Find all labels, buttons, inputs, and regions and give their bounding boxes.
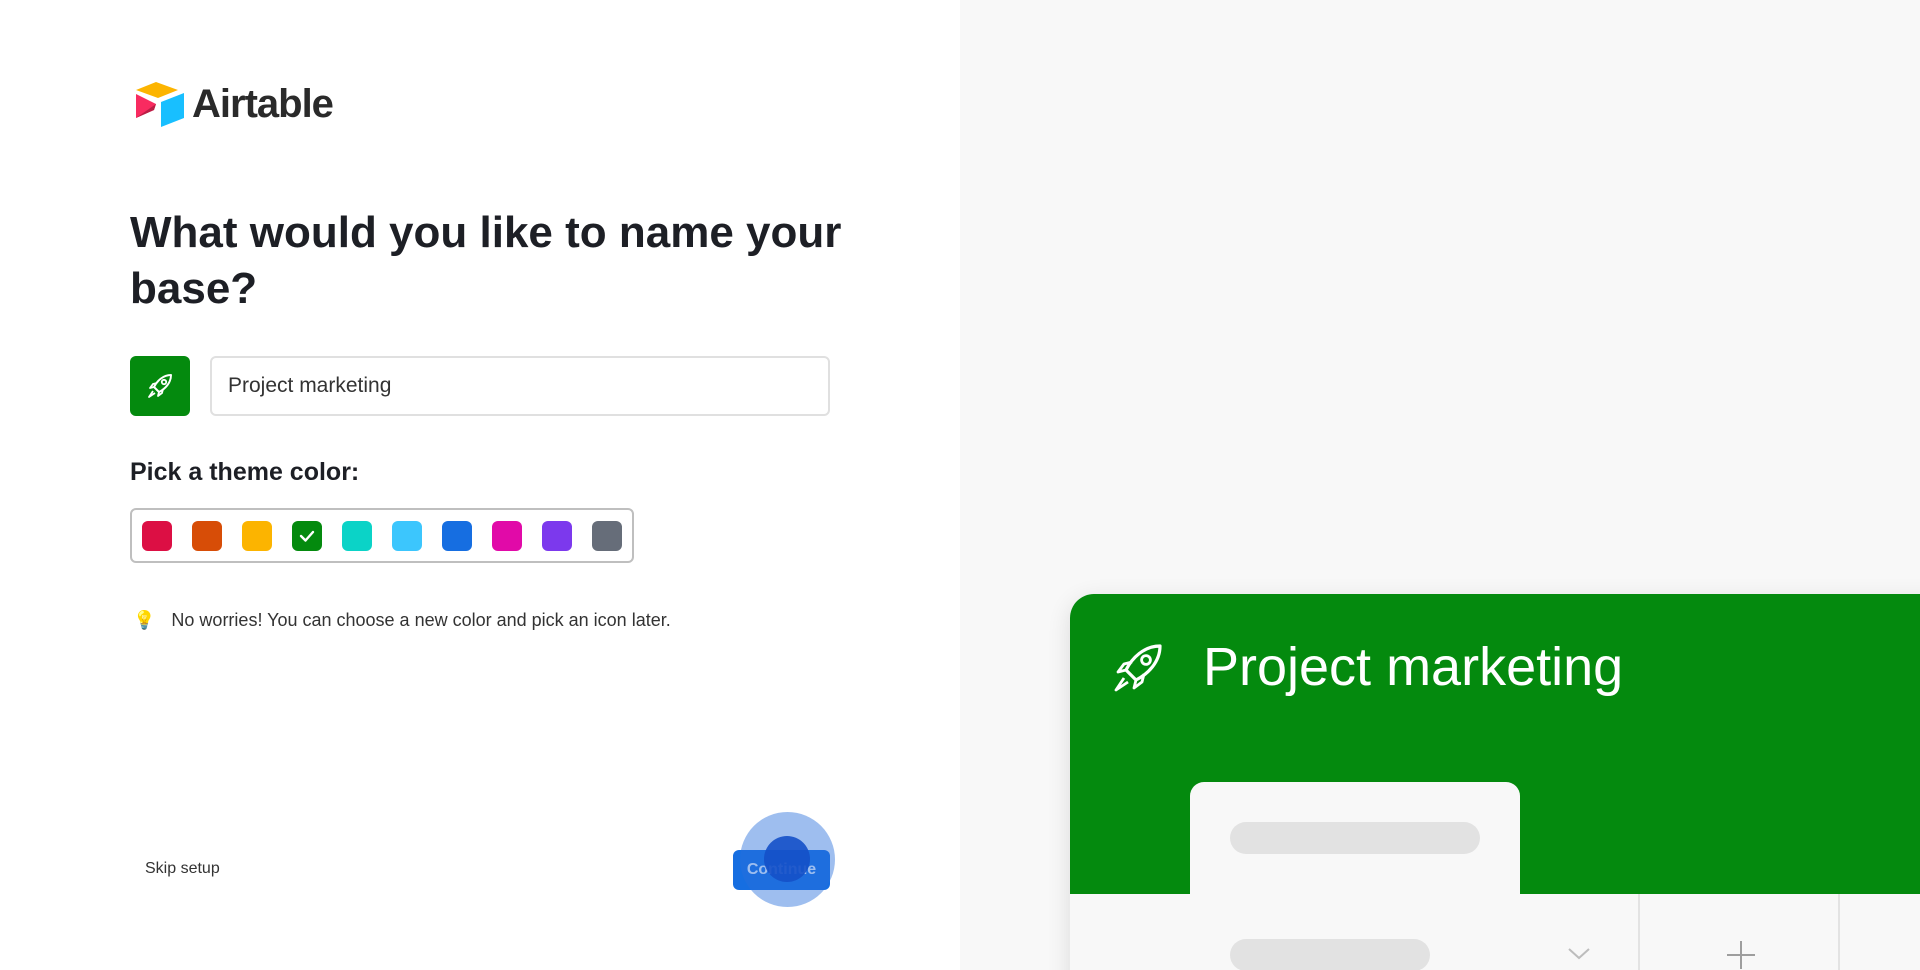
- skip-setup-link[interactable]: Skip setup: [145, 860, 220, 878]
- chevron-down-icon: [1568, 948, 1590, 960]
- column-divider: [1838, 894, 1840, 970]
- tip-text: No worries! You can choose a new color a…: [171, 610, 671, 630]
- continue-button[interactable]: Continue: [733, 850, 830, 890]
- base-preview-card: Project marketing: [1070, 594, 1920, 970]
- setup-form-pane: Airtable What would you like to name you…: [0, 0, 960, 970]
- preview-rocket-icon: [1114, 644, 1162, 692]
- base-preview-pane: Project marketing: [960, 0, 1920, 970]
- tip-message: 💡 No worries! You can choose a new color…: [133, 610, 671, 631]
- lightbulb-icon: 💡: [133, 610, 156, 630]
- placeholder-bar: [1230, 939, 1430, 970]
- placeholder-bar: [1230, 822, 1480, 854]
- color-swatch[interactable]: [392, 520, 422, 551]
- color-swatch[interactable]: [442, 520, 472, 551]
- color-swatch[interactable]: [242, 520, 272, 551]
- base-name-input[interactable]: [210, 356, 830, 416]
- page-title: What would you like to name your base?: [130, 208, 842, 313]
- color-swatch[interactable]: [292, 520, 322, 551]
- preview-body: [1070, 894, 1920, 970]
- airtable-logo-icon: [136, 82, 184, 127]
- preview-table-tab: [1190, 782, 1520, 912]
- plus-icon: [1727, 941, 1755, 969]
- rocket-icon: [148, 374, 172, 398]
- color-swatch[interactable]: [492, 520, 522, 551]
- theme-color-picker: [130, 508, 634, 563]
- color-swatch[interactable]: [542, 520, 572, 551]
- theme-color-label: Pick a theme color:: [130, 458, 360, 486]
- color-swatch[interactable]: [342, 520, 372, 551]
- logo-wordmark: Airtable: [192, 81, 334, 126]
- checkmark-icon: [299, 530, 315, 542]
- preview-title: Project marketing: [1203, 637, 1624, 697]
- color-swatch[interactable]: [192, 520, 222, 551]
- column-divider: [1638, 894, 1640, 970]
- color-swatch[interactable]: [592, 520, 622, 551]
- airtable-logo: Airtable: [130, 80, 334, 128]
- preview-header: Project marketing: [1070, 594, 1920, 912]
- color-swatch[interactable]: [142, 520, 172, 551]
- base-icon-button[interactable]: [130, 356, 190, 416]
